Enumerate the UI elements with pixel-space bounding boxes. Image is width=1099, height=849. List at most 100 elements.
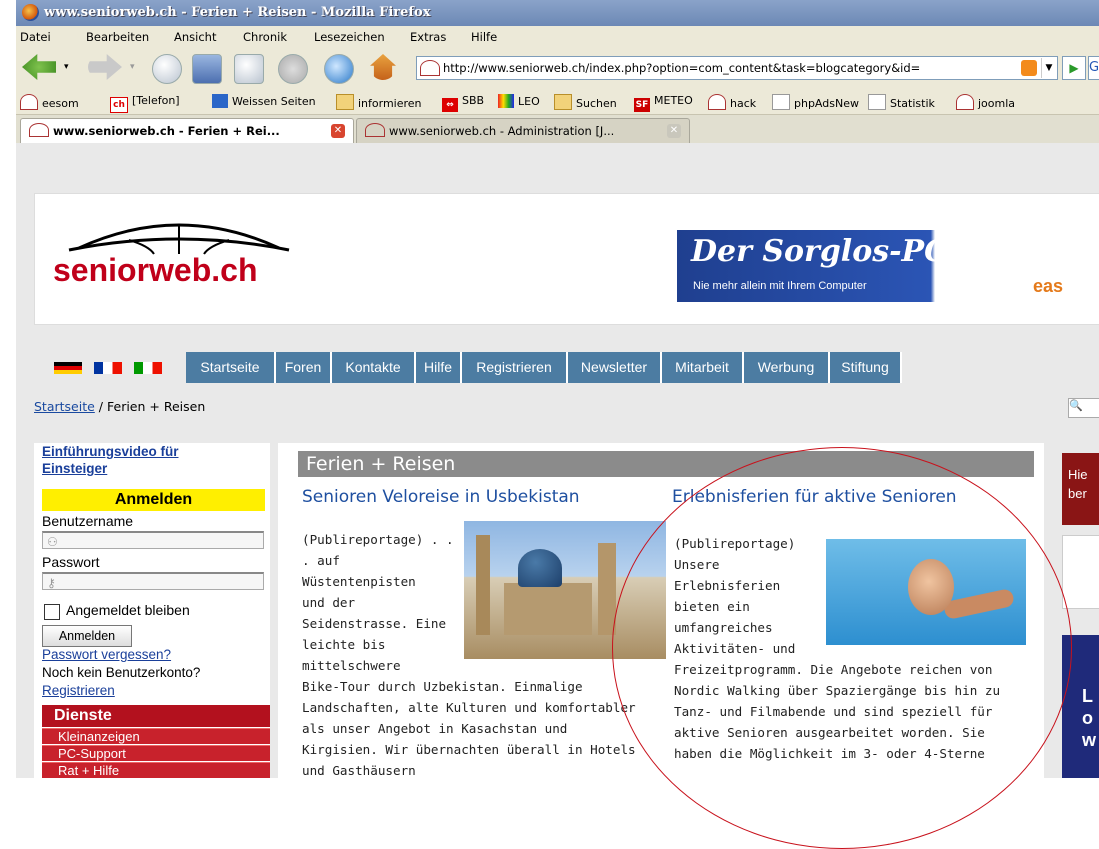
back-dropdown-icon[interactable]: ▾	[64, 62, 69, 72]
folder-icon	[336, 94, 354, 110]
bookmark-statistik[interactable]: Statistik	[868, 94, 935, 110]
tab-ferien-reisen[interactable]: www.seniorweb.ch - Ferien + Rei... ✕	[20, 118, 354, 143]
user-icon: ⚇	[47, 535, 58, 549]
right-blue-ad[interactable]: L o w	[1062, 635, 1099, 778]
password-label: Passwort	[42, 554, 100, 570]
main-column: Ferien + Reisen Senioren Veloreise in Us…	[278, 443, 1044, 778]
site-search-input[interactable]: 🔍	[1068, 398, 1099, 418]
bookmark-weissen-seiten[interactable]: Weissen Seiten	[212, 94, 316, 108]
remember-checkbox[interactable]	[44, 604, 60, 620]
service-kleinanzeigen[interactable]: Kleinanzeigen	[42, 728, 270, 744]
window-title: www.seniorweb.ch - Ferien + Reisen - Moz…	[44, 5, 431, 20]
folder-icon	[554, 94, 572, 110]
tab-label: www.seniorweb.ch - Administration [J...	[389, 124, 615, 138]
bookmark-hack[interactable]: hack	[708, 94, 756, 110]
login-title: Anmelden	[42, 489, 265, 511]
service-pc-support[interactable]: PC-Support	[42, 745, 270, 761]
browser-window: www.seniorweb.ch - Ferien + Reisen - Moz…	[16, 0, 1099, 778]
menu-stiftung[interactable]: Stiftung	[830, 352, 902, 383]
bookmark-leo[interactable]: LEO	[498, 94, 540, 108]
ch-icon: ch	[110, 97, 128, 113]
bookmark-phpadsnew[interactable]: phpAdsNew	[772, 94, 859, 110]
home-icon[interactable]	[370, 54, 396, 80]
navigation-toolbar: ▾ ▾ http://www.seniorweb.ch/index.php?op…	[16, 48, 1099, 90]
breadcrumb-home[interactable]: Startseite	[34, 399, 95, 414]
samarkand-photo	[464, 521, 666, 659]
bookmark-joomla[interactable]: joomla	[956, 94, 1015, 110]
it-flag-icon[interactable]	[134, 362, 162, 374]
right-promo-box[interactable]: Hie ber	[1062, 453, 1099, 525]
reload-icon[interactable]	[324, 54, 354, 84]
close-tab-icon[interactable]: ✕	[331, 124, 345, 138]
bookmark-informieren[interactable]: informieren	[336, 94, 422, 110]
search-engine-button[interactable]: G	[1088, 56, 1099, 80]
site-logo-text[interactable]: seniorweb.ch	[53, 252, 258, 289]
intro-video-link[interactable]: Einführungsvideo für Einsteiger	[42, 443, 232, 477]
url-bar[interactable]: http://www.seniorweb.ch/index.php?option…	[416, 56, 1058, 80]
go-icon[interactable]: ▶	[1062, 56, 1086, 80]
site-header: seniorweb.ch Der Sorglos-PC Nie mehr all…	[34, 193, 1099, 325]
bookmarks-icon[interactable]	[192, 54, 222, 84]
menu-newsletter[interactable]: Newsletter	[568, 352, 662, 383]
banner-brand: eas	[1033, 276, 1064, 296]
bookmark-meteo[interactable]: SF METEO	[634, 94, 693, 112]
bookmark-eesom[interactable]: eesom	[20, 94, 79, 110]
ad-banner[interactable]: Der Sorglos-PC Nie mehr allein mit Ihrem…	[677, 230, 1099, 302]
bookmark-sbb[interactable]: ⇔ SBB	[442, 94, 484, 112]
article-title-usbekistan[interactable]: Senioren Veloreise in Usbekistan	[302, 487, 580, 507]
banner-subline: Nie mehr allein mit Ihrem Computer	[693, 280, 867, 292]
de-flag-icon[interactable]	[54, 362, 82, 374]
forward-dropdown-icon[interactable]: ▾	[130, 62, 135, 72]
menu-startseite[interactable]: Startseite	[186, 352, 276, 383]
bookmark-telefon[interactable]: ch [Telefon]	[110, 94, 180, 113]
menu-werbung[interactable]: Werbung	[744, 352, 830, 383]
firefox-icon	[22, 4, 39, 21]
right-column: Hie ber L o w	[1062, 443, 1099, 778]
sf-icon: SF	[634, 98, 650, 112]
title-bar: www.seniorweb.ch - Ferien + Reisen - Moz…	[16, 0, 1099, 26]
menu-datei[interactable]: Datei	[20, 30, 51, 44]
print-icon[interactable]	[234, 54, 264, 84]
seniorweb-icon	[956, 94, 974, 110]
tab-label: www.seniorweb.ch - Ferien + Rei...	[53, 124, 280, 138]
menu-mitarbeit[interactable]: Mitarbeit	[662, 352, 744, 383]
menu-kontakte[interactable]: Kontakte	[332, 352, 416, 383]
forward-icon[interactable]	[88, 54, 122, 80]
menu-hilfe[interactable]: Hilfe	[416, 352, 462, 383]
fr-flag-icon[interactable]	[94, 362, 122, 374]
breadcrumb-current: Ferien + Reisen	[107, 399, 206, 414]
menu-chronik[interactable]: Chronik	[243, 30, 287, 44]
username-field[interactable]: ⚇	[42, 531, 264, 549]
menu-lesezeichen[interactable]: Lesezeichen	[314, 30, 385, 44]
url-dropdown-icon[interactable]: ▼	[1041, 58, 1056, 78]
password-field[interactable]: ⚷	[42, 572, 264, 590]
menu-registrieren[interactable]: Registrieren	[462, 352, 568, 383]
register-link[interactable]: Registrieren	[42, 683, 115, 698]
site-favicon-icon	[29, 123, 49, 137]
url-text: http://www.seniorweb.ch/index.php?option…	[443, 61, 921, 75]
bookmark-suchen[interactable]: Suchen	[554, 94, 617, 110]
menu-extras[interactable]: Extras	[410, 30, 446, 44]
stop-icon[interactable]	[278, 54, 308, 84]
bookmarks-toolbar: eesom ch [Telefon] Weissen Seiten informi…	[16, 90, 1099, 115]
no-account-text: Noch kein Benutzerkonto?	[42, 665, 201, 680]
article-title-erlebnisferien[interactable]: Erlebnisferien für aktive Senioren	[672, 487, 957, 507]
menu-foren[interactable]: Foren	[276, 352, 332, 383]
menu-hilfe[interactable]: Hilfe	[471, 30, 497, 44]
tab-administration[interactable]: www.seniorweb.ch - Administration [J... …	[356, 118, 690, 143]
back-icon[interactable]	[22, 54, 56, 80]
service-rat-hilfe[interactable]: Rat + Hilfe	[42, 762, 270, 778]
history-icon[interactable]	[152, 54, 182, 84]
menu-bearbeiten[interactable]: Bearbeiten	[86, 30, 149, 44]
close-tab-icon[interactable]: ✕	[667, 124, 681, 138]
forgot-password-link[interactable]: Passwort vergessen?	[42, 647, 171, 662]
menu-ansicht[interactable]: Ansicht	[174, 30, 216, 44]
leo-icon	[498, 94, 514, 108]
rss-feed-icon[interactable]	[1021, 60, 1037, 76]
swimmer-photo	[826, 539, 1026, 645]
right-ad-box[interactable]	[1062, 535, 1099, 609]
login-button[interactable]: Anmelden	[42, 625, 132, 647]
site-favicon-icon	[420, 60, 440, 76]
weisse-seiten-icon	[212, 94, 228, 108]
services-title: Dienste	[42, 705, 270, 727]
